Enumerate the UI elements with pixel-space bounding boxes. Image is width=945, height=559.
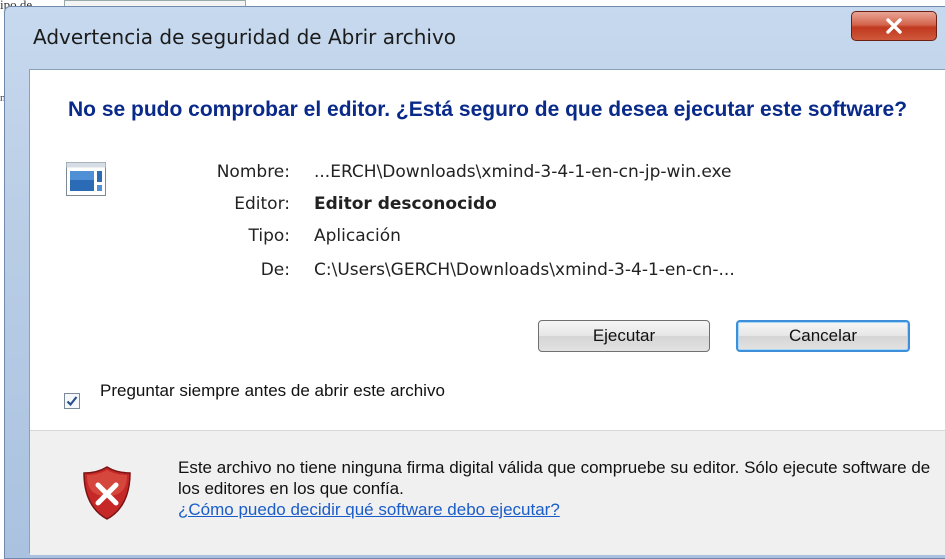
help-link[interactable]: ¿Cómo puedo decidir qué software debo ej… bbox=[178, 499, 938, 520]
type-label: Tipo: bbox=[248, 226, 290, 246]
checkmark-icon bbox=[66, 396, 78, 407]
from-value: C:\Users\GERCH\Downloads\xmind-3-4-1-en-… bbox=[314, 260, 735, 280]
always-ask-checkbox[interactable] bbox=[64, 393, 80, 409]
security-warning-dialog: Advertencia de seguridad de Abrir archiv… bbox=[4, 6, 945, 559]
dialog-title: Advertencia de seguridad de Abrir archiv… bbox=[33, 25, 457, 49]
warning-heading: No se pudo comprobar el editor. ¿Está se… bbox=[68, 98, 908, 121]
type-value: Aplicación bbox=[314, 226, 401, 246]
run-button[interactable]: Ejecutar bbox=[538, 320, 710, 352]
name-value: ...ERCH\Downloads\xmind-3-4-1-en-cn-jp-w… bbox=[314, 162, 732, 182]
dialog-content: No se pudo comprobar el editor. ¿Está se… bbox=[29, 69, 945, 555]
application-icon bbox=[66, 162, 106, 196]
name-label: Nombre: bbox=[216, 162, 290, 182]
footer-message: Este archivo no tiene ninguna firma digi… bbox=[178, 457, 938, 520]
publisher-value: Editor desconocido bbox=[314, 194, 497, 214]
shield-error-icon bbox=[83, 466, 131, 520]
close-icon bbox=[886, 18, 902, 34]
always-ask-label: Preguntar siempre antes de abrir este ar… bbox=[100, 381, 445, 400]
publisher-label: Editor: bbox=[234, 194, 290, 214]
footer-description: Este archivo no tiene ninguna firma digi… bbox=[178, 458, 931, 498]
footer-panel: Este archivo no tiene ninguna firma digi… bbox=[30, 430, 945, 555]
cancel-button[interactable]: Cancelar bbox=[736, 320, 910, 352]
from-label: De: bbox=[260, 260, 290, 280]
close-button[interactable] bbox=[851, 11, 937, 41]
